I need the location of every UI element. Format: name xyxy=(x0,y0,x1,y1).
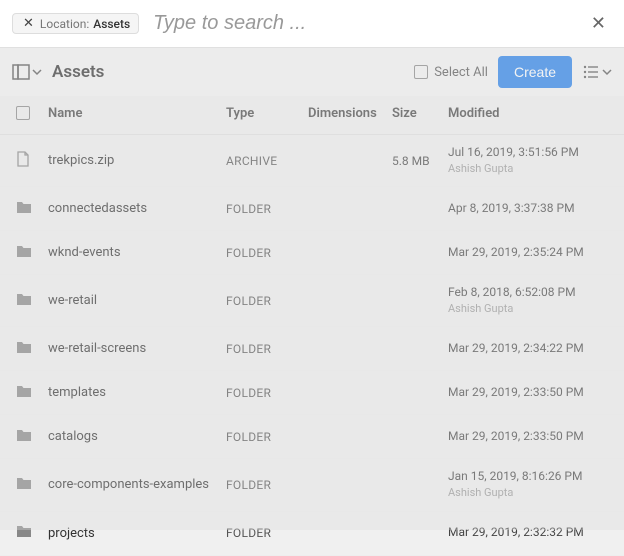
rail-toggle[interactable] xyxy=(12,63,42,81)
search-bar: ✕ Location: Assets ✕ xyxy=(0,0,624,48)
row-icon xyxy=(16,200,48,218)
list-icon xyxy=(582,63,600,81)
row-name: we-retail xyxy=(48,293,226,308)
row-name: we-retail-screens xyxy=(48,341,226,356)
row-type: FOLDER xyxy=(226,478,308,492)
row-name: core-components-examples xyxy=(48,477,226,492)
select-all[interactable]: Select All xyxy=(414,65,488,80)
row-modified: Mar 29, 2019, 2:33:50 PM xyxy=(448,429,608,445)
header-dimensions[interactable]: Dimensions xyxy=(308,106,392,124)
row-icon xyxy=(16,476,48,494)
table-row[interactable]: catalogsFOLDER Mar 29, 2019, 2:33:50 PM xyxy=(0,415,624,459)
row-icon xyxy=(16,244,48,262)
row-size: 5.8 MB xyxy=(392,154,448,168)
row-name: catalogs xyxy=(48,429,226,444)
table-row[interactable]: projectsFOLDER Mar 29, 2019, 2:32:32 PM xyxy=(0,512,624,556)
row-modified: Feb 8, 2018, 6:52:08 PMAshish Gupta xyxy=(448,285,608,316)
row-name: projects xyxy=(48,526,226,541)
chevron-down-icon xyxy=(602,67,612,77)
page-title: Assets xyxy=(52,62,404,82)
view-toggle[interactable] xyxy=(582,63,612,81)
row-type: FOLDER xyxy=(226,202,308,216)
row-type: FOLDER xyxy=(226,246,308,260)
close-icon[interactable]: ✕ xyxy=(585,13,612,34)
row-icon xyxy=(16,428,48,446)
row-name: templates xyxy=(48,385,226,400)
table-row[interactable]: trekpics.zipARCHIVE 5.8 MBJul 16, 2019, 3… xyxy=(0,135,624,187)
row-modified: Apr 8, 2019, 3:37:38 PM xyxy=(448,201,608,217)
table-row[interactable]: core-components-examplesFOLDER Jan 15, 20… xyxy=(0,459,624,511)
close-icon[interactable]: ✕ xyxy=(21,16,36,31)
row-name: wknd-events xyxy=(48,245,226,260)
select-all-label: Select All xyxy=(434,65,488,80)
column-headers: Name Type Dimensions Size Modified xyxy=(0,96,624,135)
row-type: ARCHIVE xyxy=(226,154,308,168)
row-icon xyxy=(16,340,48,358)
row-type: FOLDER xyxy=(226,526,308,540)
row-modified: Mar 29, 2019, 2:34:22 PM xyxy=(448,341,608,357)
location-chip[interactable]: ✕ Location: Assets xyxy=(12,13,139,34)
row-icon xyxy=(16,151,48,171)
chevron-down-icon xyxy=(32,67,42,77)
row-name: connectedassets xyxy=(48,201,226,216)
row-icon xyxy=(16,292,48,310)
rows-container: trekpics.zipARCHIVE 5.8 MBJul 16, 2019, 3… xyxy=(0,135,624,556)
row-name: trekpics.zip xyxy=(48,153,226,168)
header-modified[interactable]: Modified xyxy=(448,106,608,124)
row-icon xyxy=(16,384,48,402)
row-modified: Jan 15, 2019, 8:16:26 PMAshish Gupta xyxy=(448,469,608,500)
row-modified: Mar 29, 2019, 2:33:50 PM xyxy=(448,385,608,401)
row-type: FOLDER xyxy=(226,386,308,400)
row-type: FOLDER xyxy=(226,430,308,444)
row-modified: Mar 29, 2019, 2:32:32 PM xyxy=(448,525,608,541)
create-button[interactable]: Create xyxy=(498,56,572,88)
row-type: FOLDER xyxy=(226,294,308,308)
checkbox-icon xyxy=(414,65,428,79)
row-modified: Mar 29, 2019, 2:35:24 PM xyxy=(448,245,608,261)
table-row[interactable]: connectedassetsFOLDER Apr 8, 2019, 3:37:3… xyxy=(0,187,624,231)
chip-value: Assets xyxy=(93,17,130,31)
table-row[interactable]: wknd-eventsFOLDER Mar 29, 2019, 2:35:24 P… xyxy=(0,231,624,275)
header-name[interactable]: Name xyxy=(48,106,226,124)
row-type: FOLDER xyxy=(226,342,308,356)
rail-icon xyxy=(12,63,30,81)
row-modified: Jul 16, 2019, 3:51:56 PMAshish Gupta xyxy=(448,145,608,176)
search-input[interactable] xyxy=(149,8,585,39)
header-checkbox[interactable] xyxy=(16,106,48,124)
toolbar: Assets Select All Create xyxy=(0,48,624,96)
row-icon xyxy=(16,524,48,542)
header-size[interactable]: Size xyxy=(392,106,448,124)
header-type[interactable]: Type xyxy=(226,106,308,124)
table-row[interactable]: we-retail-screensFOLDER Mar 29, 2019, 2:3… xyxy=(0,327,624,371)
table-row[interactable]: templatesFOLDER Mar 29, 2019, 2:33:50 PM xyxy=(0,371,624,415)
chip-label: Location: xyxy=(40,17,89,31)
table-row[interactable]: we-retailFOLDER Feb 8, 2018, 6:52:08 PMAs… xyxy=(0,275,624,327)
